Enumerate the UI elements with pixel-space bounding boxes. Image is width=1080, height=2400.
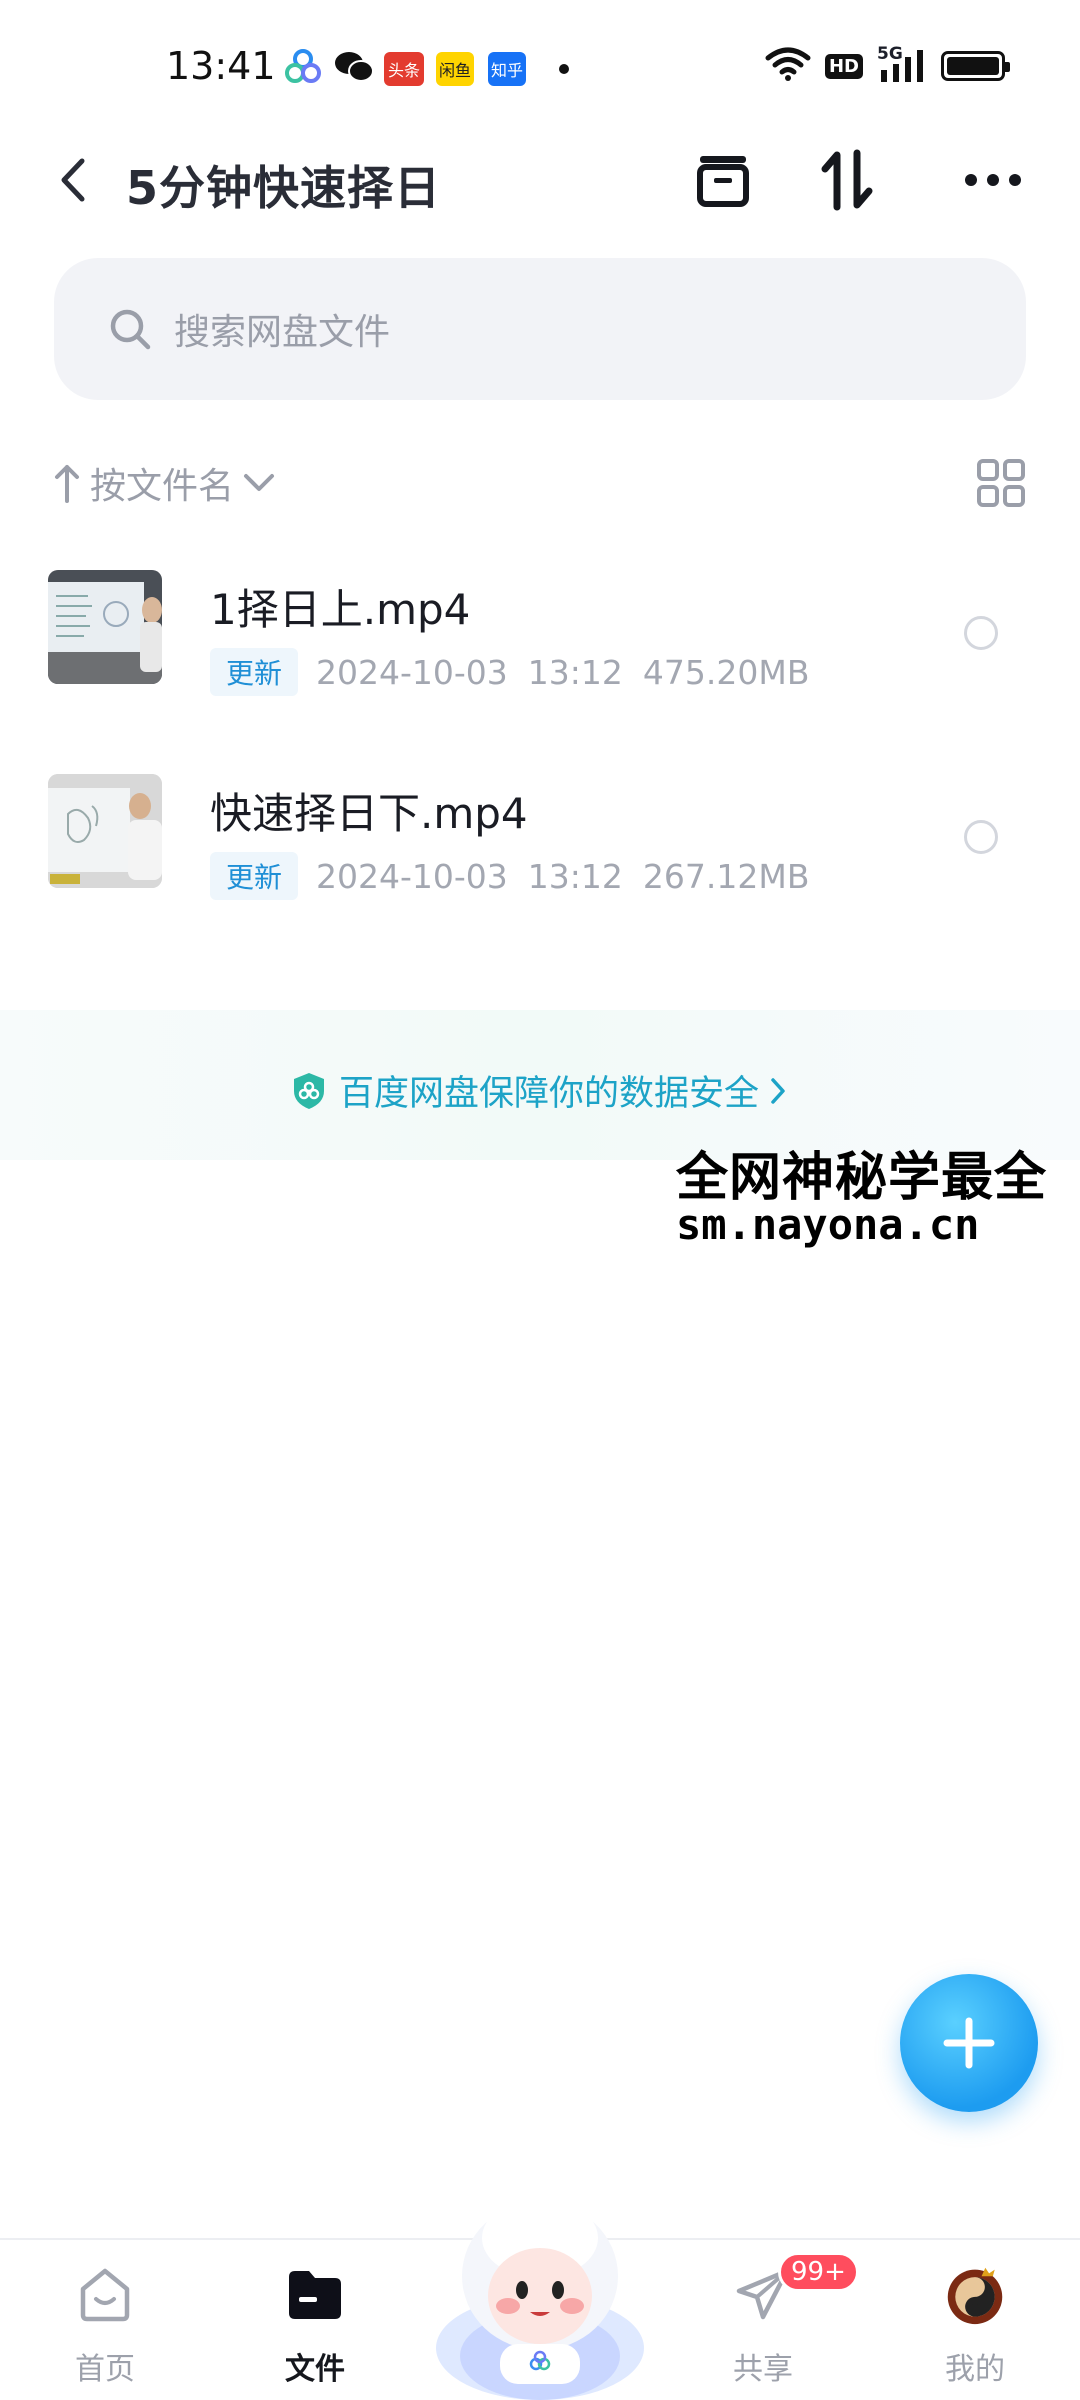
notification-badge: 99+ <box>778 2252 859 2292</box>
page: 13:41 头条 闲鱼 知乎 HD 5G 5分钟快速择日 搜索网盘文件 按文件名… <box>0 0 1080 2400</box>
file-time: 13:12 <box>527 856 623 896</box>
nav-item-files[interactable]: 文件 <box>240 2250 390 2400</box>
file-row[interactable]: 快速择日下.mp4 更新 2024-10-03 13:12 267.12MB <box>0 752 1080 942</box>
home-icon <box>74 2264 136 2326</box>
zhihu-status-icon: 知乎 <box>488 52 526 86</box>
nav-label: 文件 <box>285 2352 345 2387</box>
select-checkbox[interactable] <box>964 820 998 854</box>
wifi-icon <box>765 46 811 86</box>
hd-badge: HD <box>824 53 863 79</box>
file-name: 1择日上.mp4 <box>210 585 471 634</box>
nav-item-home[interactable]: 首页 <box>30 2250 180 2400</box>
sort-order-button[interactable]: 按文件名 <box>54 457 276 509</box>
sort-label: 按文件名 <box>90 466 235 507</box>
nav-label: 首页 <box>75 2352 135 2387</box>
video-thumbnail <box>48 774 162 888</box>
toutiao-status-icon: 头条 <box>384 52 424 86</box>
search-placeholder: 搜索网盘文件 <box>174 312 391 353</box>
battery-level <box>947 57 999 75</box>
nav-label: 我的 <box>945 2352 1005 2387</box>
watermark-url: sm.nayona.cn <box>676 1200 980 1249</box>
xianyu-status-icon: 闲鱼 <box>436 52 474 86</box>
sort-arrows-icon <box>821 149 873 211</box>
file-name: 快速择日下.mp4 <box>210 789 528 838</box>
status-time: 13:41 <box>166 44 276 88</box>
file-date: 2024-10-03 <box>316 856 508 896</box>
file-meta: 更新 2024-10-03 13:12 267.12MB <box>210 852 810 900</box>
shield-icon <box>293 1072 324 1109</box>
grid-view-button[interactable] <box>976 458 1026 508</box>
security-text: 百度网盘保障你的数据安全 <box>338 1074 759 1114</box>
chevron-left-icon <box>61 158 85 202</box>
signal-icon: 5G <box>877 44 927 84</box>
file-size: 267.12MB <box>642 856 810 896</box>
nav-item-share[interactable]: 99+ 共享 <box>688 2250 859 2400</box>
file-meta: 更新 2024-10-03 13:12 475.20MB <box>210 648 810 696</box>
more-button[interactable] <box>958 144 1028 216</box>
battery-icon <box>941 51 1010 81</box>
arrow-up-icon <box>55 465 79 503</box>
status-bar: 13:41 头条 闲鱼 知乎 HD 5G <box>0 0 1080 130</box>
select-checkbox[interactable] <box>964 616 998 650</box>
notification-dot <box>559 64 569 74</box>
mascot-icon <box>436 2198 644 2400</box>
security-link[interactable]: 百度网盘保障你的数据安全 <box>0 1065 1080 1116</box>
more-dots-icon <box>965 174 1021 186</box>
chevron-right-icon <box>771 1077 785 1104</box>
avatar <box>944 2264 1006 2326</box>
nav-item-profile[interactable]: 我的 <box>900 2250 1050 2400</box>
search-icon <box>110 309 151 350</box>
file-date: 2024-10-03 <box>316 652 508 692</box>
add-button[interactable] <box>900 1974 1038 2112</box>
grid-view-icon <box>977 459 1025 507</box>
file-size: 475.20MB <box>642 652 810 692</box>
folder-icon <box>284 2264 346 2326</box>
video-thumbnail <box>48 570 162 684</box>
status-right: HD 5G <box>765 44 1010 86</box>
nav-label: 共享 <box>733 2352 793 2387</box>
baidu-netdisk-status-icon <box>284 48 322 86</box>
plus-icon <box>943 2017 995 2069</box>
archive-button[interactable] <box>688 144 758 216</box>
update-tag: 更新 <box>210 852 299 900</box>
back-button[interactable] <box>48 152 98 208</box>
archive-icon <box>697 156 749 207</box>
sort-button[interactable] <box>812 144 882 216</box>
page-title: 5分钟快速择日 <box>126 161 442 215</box>
wechat-status-icon <box>334 50 374 84</box>
chevron-down-icon <box>244 474 275 491</box>
update-tag: 更新 <box>210 648 299 696</box>
watermark-title: 全网神秘学最全 <box>676 1148 1048 1208</box>
sort-row: 按文件名 <box>54 448 1026 518</box>
header: 5分钟快速择日 <box>0 130 1080 230</box>
file-time: 13:12 <box>527 652 623 692</box>
file-row[interactable]: 1择日上.mp4 更新 2024-10-03 13:12 475.20MB <box>0 548 1080 738</box>
search-input[interactable]: 搜索网盘文件 <box>54 258 1026 400</box>
mascot-assistant-button[interactable] <box>430 2178 650 2400</box>
